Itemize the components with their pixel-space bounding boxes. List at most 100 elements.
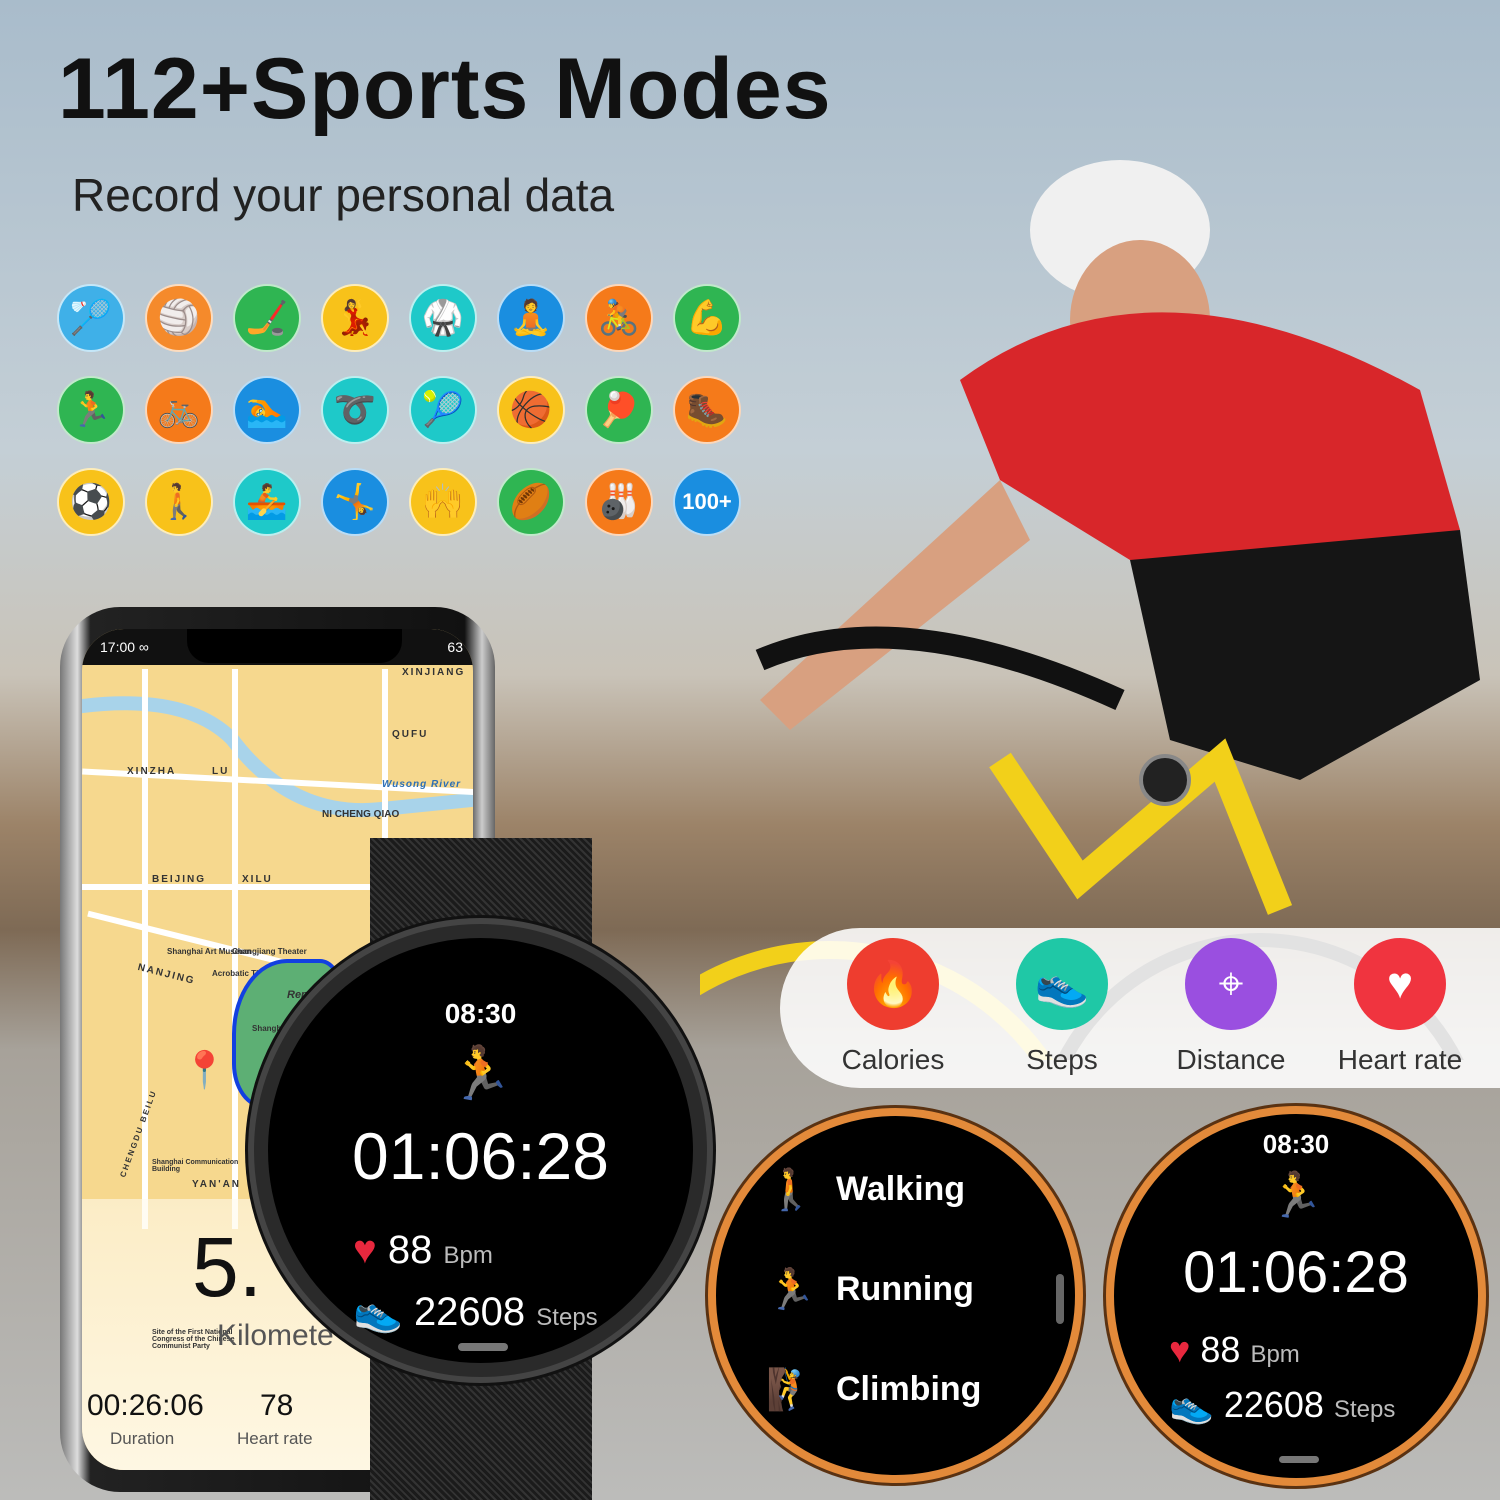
bpm-unit: Bpm bbox=[443, 1242, 493, 1269]
menu-item-running[interactable]: 🏃 Running bbox=[766, 1266, 974, 1313]
spinning-bike-icon: 🚴 bbox=[585, 284, 653, 352]
feature-label: Distance bbox=[1176, 1044, 1286, 1075]
feature-steps: 👟 Steps bbox=[977, 938, 1147, 1076]
menu-item-walking[interactable]: 🚶 Walking bbox=[766, 1166, 965, 1213]
map-label: Changjiang Theater bbox=[232, 947, 307, 956]
page-indicator bbox=[1279, 1456, 1319, 1463]
bpm-unit: Bpm bbox=[1250, 1341, 1300, 1368]
shoe-icon: 👟 bbox=[1016, 938, 1108, 1030]
menu-item-label: Walking bbox=[836, 1170, 966, 1208]
shoe-icon: 👟 bbox=[1169, 1384, 1214, 1425]
steps-value: 22608 bbox=[413, 1290, 526, 1334]
distance-unit: Kilomete bbox=[217, 1319, 334, 1352]
heart-icon: ♥ bbox=[1354, 938, 1446, 1030]
workout-timer: 01:06:28 bbox=[352, 1119, 609, 1193]
shoe-icon: 👟 bbox=[353, 1290, 403, 1334]
cycling-icon: 🚲 bbox=[145, 376, 213, 444]
black-shorts bbox=[1130, 530, 1480, 780]
running-icon: 🏃 bbox=[57, 376, 125, 444]
walking-icon: 🚶 bbox=[766, 1168, 816, 1212]
menu-item-label: Climbing bbox=[836, 1370, 982, 1408]
map-label: XILU bbox=[242, 874, 273, 885]
workout-timer: 01:06:28 bbox=[1183, 1240, 1409, 1305]
phone-notch bbox=[187, 629, 402, 663]
heart-icon: ♥ bbox=[1169, 1329, 1191, 1370]
watch-face: 08:30 🏃 01:06:28 ♥ 88 Bpm 👟 22608 Steps bbox=[268, 938, 693, 1363]
smartwatch-main: 08:30 🏃 01:06:28 ♥ 88 Bpm 👟 22608 Steps bbox=[248, 918, 713, 1383]
heart-rate-row: ♥ 88 Bpm bbox=[1169, 1329, 1300, 1371]
jump-rope-icon: ➰ bbox=[321, 376, 389, 444]
jumping-jacks-icon: 🙌 bbox=[409, 468, 477, 536]
steps-row: 👟 22608 Steps bbox=[1169, 1384, 1395, 1426]
headline-title: 112+Sports Modes bbox=[58, 41, 832, 137]
steps-unit: Steps bbox=[1333, 1396, 1396, 1423]
arm bbox=[760, 480, 1030, 730]
wrist-smartwatch bbox=[1139, 754, 1191, 806]
location-pin-icon: ⌖ bbox=[1185, 938, 1277, 1030]
red-jersey bbox=[960, 312, 1460, 566]
feature-label: Calories bbox=[841, 1044, 945, 1075]
table-tennis-icon: 🏓 bbox=[585, 376, 653, 444]
battery-indicator: 63 bbox=[447, 639, 463, 655]
map-label: Shanghai Communication Building bbox=[152, 1159, 239, 1173]
yoga-icon: 🧘 bbox=[497, 284, 565, 352]
smartwatch-workout-screen: 08:30 🏃 01:06:28 ♥ 88 Bpm 👟 22608 Steps bbox=[1106, 1106, 1486, 1486]
flame-icon: 🔥 bbox=[847, 938, 939, 1030]
map-label: XINJIANG bbox=[402, 667, 466, 678]
gymnastics-icon: 🤸 bbox=[321, 468, 389, 536]
menu-item-label: Running bbox=[836, 1270, 974, 1308]
tennis-icon: 🎾 bbox=[409, 376, 477, 444]
feature-heart-rate: ♥ Heart rate bbox=[1315, 938, 1485, 1076]
heart-icon: ♥ bbox=[353, 1228, 377, 1272]
more-icon: 100+ bbox=[673, 468, 741, 536]
feature-distance: ⌖ Distance bbox=[1146, 938, 1316, 1076]
feature-bar: 🔥 Calories 👟 Steps ⌖ Distance ♥ Heart rate bbox=[780, 928, 1500, 1088]
map-label: YAN'AN bbox=[192, 1179, 242, 1190]
bowling-icon: 🎳 bbox=[585, 468, 653, 536]
cyclist-photo bbox=[700, 160, 1480, 1060]
rugby-icon: 🏉 bbox=[497, 468, 565, 536]
basketball-icon: 🏀 bbox=[497, 376, 565, 444]
bpm-value: 88 bbox=[1200, 1329, 1241, 1370]
football-icon: ⚽ bbox=[57, 468, 125, 536]
steps-unit: Steps bbox=[536, 1304, 598, 1331]
taekwondo-icon: 🥋 bbox=[409, 284, 477, 352]
heart-rate-value: 78 bbox=[260, 1389, 294, 1422]
climbing-icon: 🧗 bbox=[766, 1368, 816, 1412]
hockey-icon: 🏒 bbox=[233, 284, 301, 352]
scrollbar[interactable] bbox=[1056, 1274, 1064, 1324]
status-time: 17:00 ∞ bbox=[100, 639, 149, 655]
dance-icon: 💃 bbox=[321, 284, 389, 352]
map-label: BEIJING bbox=[152, 874, 207, 885]
feature-label: Steps bbox=[1026, 1044, 1098, 1075]
map-label: LU bbox=[212, 766, 230, 777]
steps-row: 👟 22608 Steps bbox=[353, 1288, 598, 1335]
river bbox=[82, 696, 473, 818]
map-label: QUFU bbox=[392, 729, 429, 740]
map-road bbox=[142, 669, 148, 1229]
menu-item-climbing[interactable]: 🧗 Climbing bbox=[766, 1366, 981, 1413]
rowing-icon: 🚣 bbox=[233, 468, 301, 536]
heart-rate-row: ♥ 88 Bpm bbox=[353, 1228, 493, 1273]
feature-label: Heart rate bbox=[1337, 1044, 1463, 1075]
watch-clock: 08:30 bbox=[444, 998, 517, 1029]
steps-value: 22608 bbox=[1223, 1384, 1324, 1425]
map-label: Wusong River bbox=[382, 779, 462, 790]
hiking-icon: 🥾 bbox=[673, 376, 741, 444]
smartwatch-activity-menu: 🚶 Walking 🏃 Running 🧗 Climbing bbox=[708, 1108, 1083, 1483]
badminton-icon: 🏸 bbox=[57, 284, 125, 352]
watch-clock: 08:30 bbox=[1262, 1129, 1330, 1159]
situp-icon: 💪 bbox=[673, 284, 741, 352]
swimming-icon: 🏊 bbox=[233, 376, 301, 444]
location-pin-icon: 📍 bbox=[182, 1049, 227, 1090]
feature-calories: 🔥 Calories bbox=[808, 938, 978, 1076]
running-icon: 🏃 bbox=[766, 1268, 816, 1312]
duration-label: Duration bbox=[110, 1429, 175, 1448]
running-icon: 🏃 bbox=[1268, 1171, 1324, 1220]
headline-subtitle: Record your personal data bbox=[72, 169, 615, 221]
map-label: NI CHENG QIAO bbox=[322, 809, 400, 820]
bpm-value: 88 bbox=[387, 1228, 433, 1272]
map-label: XINZHA bbox=[127, 766, 177, 777]
page-indicator bbox=[458, 1343, 508, 1351]
volleyball-icon: 🏐 bbox=[145, 284, 213, 352]
